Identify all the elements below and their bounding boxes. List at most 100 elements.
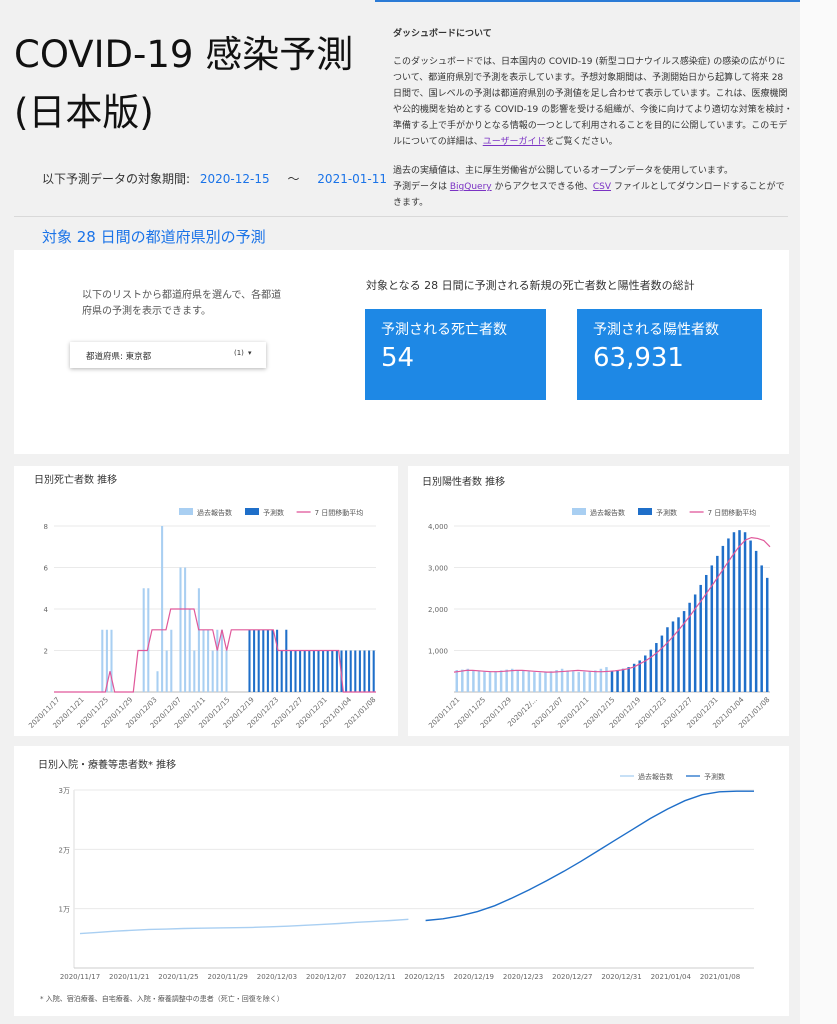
bar-forecast [743, 532, 747, 692]
legend-swatch [638, 508, 652, 515]
bar-past [184, 567, 187, 692]
bar-forecast [312, 650, 315, 692]
bigquery-link[interactable]: BigQuery [450, 182, 492, 192]
bar-past [211, 650, 214, 692]
bar-forecast [616, 670, 619, 692]
y-tick-label: 8 [44, 523, 48, 531]
bar-past [594, 670, 597, 692]
about-heading: ダッシュボードについて [393, 29, 492, 39]
bar-past [571, 671, 575, 692]
bar-past [505, 669, 508, 692]
bar-forecast [666, 627, 669, 692]
bar-past [588, 671, 592, 692]
bar-forecast [308, 650, 311, 692]
x-tick-label: 2021/01/04 [651, 973, 692, 981]
x-tick-label: 2020/12/07 [306, 973, 346, 981]
bar-forecast [276, 629, 279, 692]
bar-forecast [754, 550, 758, 692]
legend-label: 7 日間移動平均 [315, 508, 364, 517]
bar-past [555, 670, 558, 692]
bar-past [549, 671, 553, 692]
bar-past [472, 670, 475, 692]
bar-past [461, 669, 464, 692]
legend-swatch [245, 508, 259, 515]
x-tick-label: 2020/12/03 [257, 973, 297, 981]
bar-forecast [271, 629, 274, 692]
y-tick-label: 1,000 [428, 648, 448, 656]
bar-forecast [289, 650, 292, 692]
bar-past [165, 650, 168, 692]
bar-forecast [266, 629, 269, 692]
x-tick-label: 2021/01/08 [700, 973, 740, 981]
top-accent-line [375, 0, 837, 2]
bar-forecast [760, 565, 763, 692]
legend-label: 予測数 [704, 772, 725, 781]
csv-link[interactable]: CSV [593, 182, 611, 192]
bar-forecast [621, 668, 625, 692]
period-start: 2020-12-15 [199, 172, 270, 186]
caret-down-icon[interactable]: ▾ [248, 349, 252, 357]
bar-past [170, 629, 173, 692]
bar-past [207, 629, 210, 692]
bar-past [560, 668, 564, 692]
legend-label: 予測数 [656, 508, 677, 517]
prefecture-dropdown[interactable]: 都道府県: 東京都 (1) ▾ [70, 342, 266, 368]
y-tick-label: 3万 [59, 787, 70, 795]
bar-past [577, 672, 580, 692]
legend-label: 過去報告数 [638, 772, 673, 781]
bar-forecast [655, 643, 658, 692]
bar-forecast [331, 650, 334, 692]
bar-past [494, 671, 497, 692]
bar-past [225, 650, 228, 692]
bar-forecast [322, 650, 325, 692]
bar-forecast [349, 650, 352, 692]
bar-forecast [262, 629, 265, 692]
bar-forecast [253, 629, 256, 692]
user-guide-link[interactable]: ユーザーガイド [483, 137, 546, 147]
bar-past [499, 670, 503, 692]
bar-forecast [610, 671, 614, 692]
kpi-deaths: 予測される死亡者数 54 [365, 309, 546, 400]
x-tick-label: 2020/12/11 [355, 973, 395, 981]
x-tick-label: 2020/12/15 [404, 973, 444, 981]
chart-title: 日別陽性者数 推移 [422, 475, 505, 488]
bar-forecast [363, 650, 366, 692]
about-data-sources: 過去の実績値は、主に厚生労働省が公開しているオープンデータを使用しています。 予… [393, 166, 785, 208]
x-tick-label: 2020/12/23 [503, 973, 543, 981]
bar-forecast [732, 532, 736, 692]
bar-forecast [368, 650, 371, 692]
y-tick-label: 3,000 [428, 565, 448, 573]
x-tick-label: 2020/11/29 [208, 973, 248, 981]
bar-forecast [280, 650, 283, 692]
legend-label: 過去報告数 [197, 508, 232, 517]
bar-forecast [299, 650, 302, 692]
bar-past [477, 670, 481, 692]
bar-past [142, 588, 145, 692]
right-margin [800, 0, 837, 1024]
kpi-deaths-value: 54 [381, 343, 415, 373]
bar-forecast [294, 650, 297, 692]
bar-past [566, 670, 569, 692]
y-tick-label: 4 [44, 606, 49, 614]
bar-past [179, 567, 182, 692]
dropdown-count: (1) [234, 349, 244, 357]
bar-forecast [345, 650, 348, 692]
past-line [79, 918, 409, 935]
bar-forecast [638, 660, 641, 692]
y-tick-label: 2,000 [428, 606, 448, 614]
bar-forecast [749, 540, 752, 692]
bar-past [197, 588, 200, 692]
bar-forecast [671, 621, 675, 692]
kpi-cases: 予測される陽性者数 63,931 [577, 309, 762, 400]
bar-forecast [372, 650, 375, 692]
bar-forecast [317, 650, 320, 692]
bar-forecast [326, 650, 329, 692]
bar-forecast [660, 635, 664, 692]
bar-past [538, 672, 542, 692]
y-tick-label: 4,000 [428, 523, 448, 531]
dropdown-label: 都道府県: 東京都 [86, 352, 152, 362]
bar-past [483, 671, 486, 692]
y-tick-label: 2万 [59, 846, 70, 854]
bar-forecast [765, 577, 769, 692]
forecast-period: 以下予測データの対象期間: 2020-12-15 〜 2021-01-11 [42, 172, 388, 186]
